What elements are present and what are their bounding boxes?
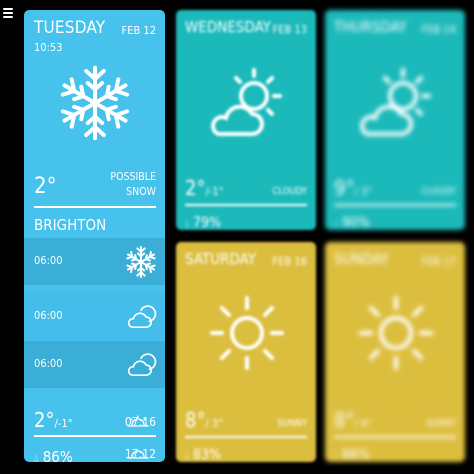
forecast-condition: CLOUDY [421, 186, 456, 197]
today-low: /-1° [54, 417, 73, 430]
divider [34, 206, 156, 208]
cloud-moon-icon [127, 353, 157, 377]
forecast-humidity-value: 83% [193, 447, 221, 462]
hourly-time: 06:00 [34, 309, 63, 322]
today-day: TUESDAY [34, 18, 106, 38]
sunrise-time: 07:16 [124, 415, 156, 429]
snowflake-icon [58, 65, 132, 141]
forecast-humidity: 💧︎ 86% [334, 447, 370, 462]
sunset-time: 17:12 [124, 447, 156, 461]
forecast-day: SATURDAY [185, 250, 256, 268]
divider [334, 436, 456, 438]
forecast-low: / 4° [354, 417, 373, 430]
forecast-high: 9° [334, 176, 355, 200]
forecast-condition: CLOUDY [272, 186, 307, 197]
forecast-date: FEB 14 [421, 23, 456, 36]
hourly-row[interactable]: 06:00 [24, 293, 165, 340]
divider [34, 435, 156, 437]
hourly-row[interactable]: 06:00 [24, 238, 165, 285]
sun-cloud-icon [360, 68, 431, 136]
forecast-humidity: 💧︎ 79% [185, 215, 221, 230]
forecast-low: /-1° [205, 185, 224, 198]
forecast-humidity-value: 90% [342, 215, 370, 230]
forecast-temperature: 2°/-1° [185, 176, 224, 200]
menu-icon[interactable] [3, 8, 13, 18]
forecast-day: SUNDAY [334, 250, 389, 268]
divider [185, 436, 307, 438]
forecast-humidity: 💧︎ 90% [334, 215, 370, 230]
forecast-temperature: 9°/ 3° [334, 176, 372, 200]
forecast-high: 2° [185, 176, 206, 200]
sun-icon [210, 296, 284, 370]
forecast-low: / 3° [205, 417, 224, 430]
divider [185, 204, 307, 206]
sun-icon [359, 296, 433, 370]
hourly-time: 06:00 [34, 254, 63, 267]
forecast-card-saturday[interactable]: SATURDAY FEB 16 8°/ 3° SUNNY 💧︎ 83% [176, 242, 316, 462]
forecast-condition: SUNNY [277, 418, 307, 429]
forecast-low: / 3° [354, 185, 373, 198]
forecast-card-sunday[interactable]: SUNDAY FEB 17 8°/ 4° SUNNY 💧︎ 86% [325, 242, 465, 462]
today-card[interactable]: TUESDAY FEB 12 10:53 2° POSSIBLE SNOW BR… [24, 10, 165, 462]
forecast-card-thursday[interactable]: THURSDAY FEB 14 9°/ 3° CLOUDY 💧︎ 90% [325, 10, 465, 230]
forecast-date: FEB 17 [421, 255, 456, 268]
forecast-humidity-value: 86% [342, 447, 370, 462]
today-condition: POSSIBLE SNOW [110, 170, 156, 200]
snowflake-icon [125, 246, 157, 278]
forecast-date: FEB 13 [272, 23, 307, 36]
today-humidity: 💧︎ 86% [34, 448, 73, 462]
hourly-row[interactable]: 06:00 [24, 341, 165, 388]
sun-cloud-icon [211, 68, 282, 136]
hourly-time: 06:00 [34, 357, 63, 370]
today-temperature: 2° [34, 174, 57, 199]
forecast-temperature: 8°/ 3° [185, 408, 223, 432]
forecast-condition: SUNNY [426, 418, 456, 429]
today-time: 10:53 [34, 41, 63, 54]
forecast-card-wednesday[interactable]: WEDNESDAY FEB 13 2°/-1° CLOUDY 💧︎ 79% [176, 10, 316, 230]
forecast-temperature: 8°/ 4° [334, 408, 372, 432]
forecast-high: 8° [334, 408, 355, 432]
today-high: 2° [34, 408, 55, 432]
today-summary-temperature: 2°/-1° [34, 408, 73, 432]
forecast-day: THURSDAY [334, 18, 407, 36]
today-condition-line2: SNOW [126, 186, 156, 198]
forecast-day: WEDNESDAY [185, 18, 271, 36]
today-date: FEB 12 [121, 24, 156, 37]
today-condition-line1: POSSIBLE [110, 171, 156, 183]
forecast-high: 8° [185, 408, 206, 432]
forecast-humidity-value: 79% [193, 215, 221, 230]
cloud-moon-icon [127, 305, 157, 329]
forecast-humidity: 💧︎ 83% [185, 447, 221, 462]
today-humidity-value: 86% [42, 448, 73, 462]
city-name[interactable]: BRIGHTON [34, 216, 106, 234]
forecast-date: FEB 16 [272, 255, 307, 268]
divider [334, 204, 456, 206]
